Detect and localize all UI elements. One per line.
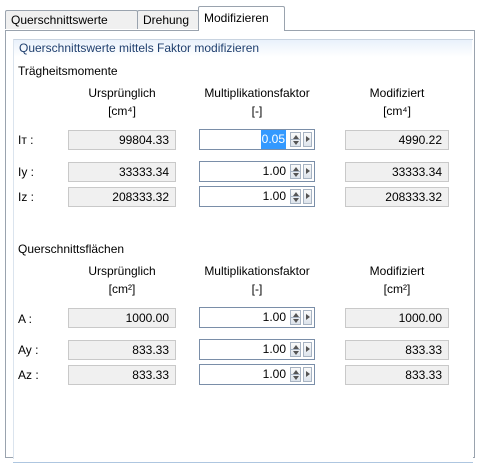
tab-querschnittswerte[interactable]: Querschnittswerte	[5, 10, 138, 29]
original-value-iz: 208333.32	[68, 187, 176, 207]
col-header-original: Ursprünglich [cm²]	[88, 264, 156, 296]
tab-modifizieren[interactable]: Modifizieren	[198, 6, 285, 31]
modified-value-ay: 833.33	[345, 340, 449, 360]
expand-arrow-icon[interactable]	[303, 164, 312, 179]
row-label-a: A :	[18, 312, 33, 326]
spin-updown-icon[interactable]	[290, 342, 301, 357]
modified-value-it: 4990.22	[345, 130, 449, 150]
spin-updown-icon[interactable]	[290, 310, 301, 325]
original-value-iy: 33333.34	[68, 162, 176, 182]
original-value-ay: 833.33	[68, 340, 176, 360]
original-value-it: 99804.33	[68, 130, 176, 150]
col-header-factor: Multiplikationsfaktor [-]	[204, 86, 310, 118]
expand-arrow-icon[interactable]	[303, 132, 312, 147]
factor-stepper-it[interactable]: 0.05	[199, 129, 315, 150]
group-title: Querschnittswerte mittels Faktor modifiz…	[14, 40, 472, 57]
section-title-flaechen: Querschnittsflächen	[18, 242, 125, 256]
factor-input-iz[interactable]: 1.00	[263, 187, 286, 206]
expand-arrow-icon[interactable]	[303, 189, 312, 204]
col-header-original: Ursprünglich [cm⁴]	[88, 86, 156, 118]
row-label-az: Az :	[18, 368, 39, 382]
tab-drehung[interactable]: Drehung	[137, 10, 199, 29]
factor-input-iy[interactable]: 1.00	[263, 162, 286, 181]
spin-updown-icon[interactable]	[290, 189, 301, 204]
factor-input-it[interactable]: 0.05	[260, 130, 286, 149]
modified-value-az: 833.33	[345, 365, 449, 385]
modified-value-iz: 208333.32	[345, 187, 449, 207]
row-label-ay: Ay :	[18, 343, 39, 357]
original-value-a: 1000.00	[68, 308, 176, 328]
factor-input-ay[interactable]: 1.00	[263, 340, 286, 359]
modified-value-iy: 33333.34	[345, 162, 449, 182]
factor-stepper-a[interactable]: 1.00	[199, 307, 315, 328]
factor-stepper-az[interactable]: 1.00	[199, 364, 315, 385]
factor-stepper-iy[interactable]: 1.00	[199, 161, 315, 182]
factor-input-az[interactable]: 1.00	[263, 365, 286, 384]
spin-updown-icon[interactable]	[290, 164, 301, 179]
expand-arrow-icon[interactable]	[303, 310, 312, 325]
factor-stepper-iz[interactable]: 1.00	[199, 186, 315, 207]
modified-value-a: 1000.00	[345, 308, 449, 328]
factor-stepper-ay[interactable]: 1.00	[199, 339, 315, 360]
row-label-it: Iᴛ :	[18, 133, 34, 147]
spin-updown-icon[interactable]	[290, 132, 301, 147]
expand-arrow-icon[interactable]	[303, 342, 312, 357]
group-bottom-border	[13, 462, 473, 463]
row-label-iy: Iy :	[18, 165, 35, 179]
expand-arrow-icon[interactable]	[303, 367, 312, 382]
original-value-az: 833.33	[68, 365, 176, 385]
section-title-traegheit: Trägheitsmomente	[18, 64, 118, 78]
col-header-modified: Modifiziert [cm⁴]	[369, 86, 425, 118]
col-header-modified: Modifiziert [cm²]	[369, 264, 425, 296]
factor-input-a[interactable]: 1.00	[263, 308, 286, 327]
modify-group: Querschnittswerte mittels Faktor modifiz…	[13, 39, 473, 459]
spin-updown-icon[interactable]	[290, 367, 301, 382]
tab-panel: Querschnittswerte mittels Faktor modifiz…	[5, 30, 475, 463]
col-header-factor: Multiplikationsfaktor [-]	[204, 264, 310, 296]
row-label-iz: Iz :	[18, 190, 35, 204]
